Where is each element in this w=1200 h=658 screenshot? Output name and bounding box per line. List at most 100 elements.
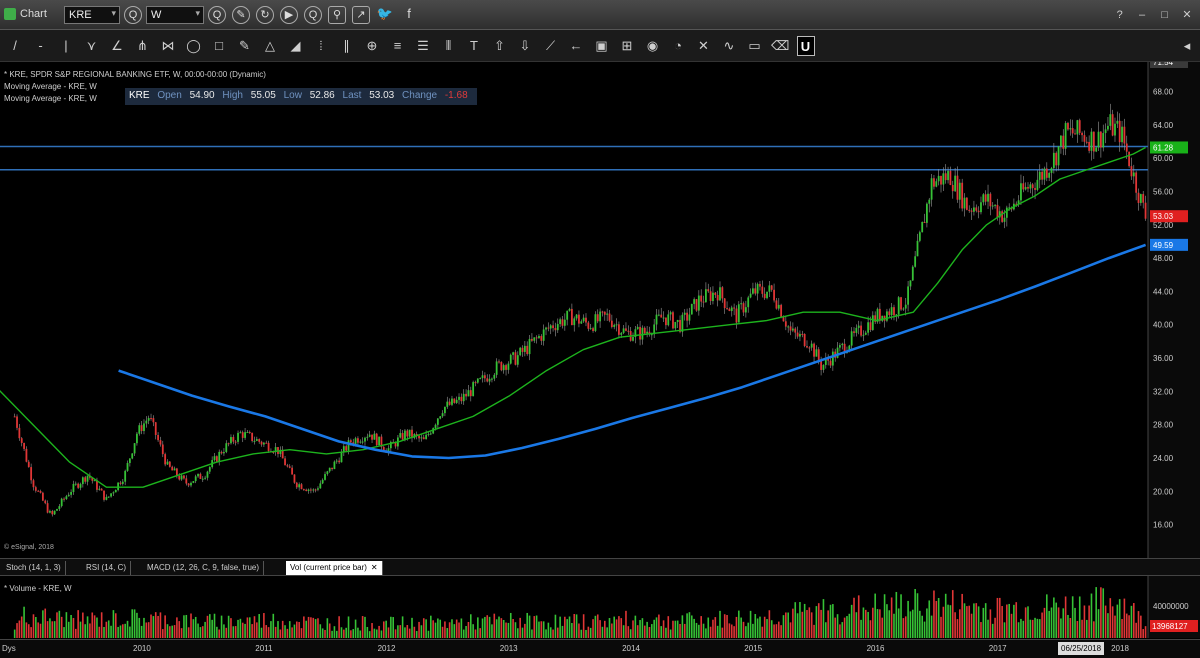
- angle-tool-icon[interactable]: ∠: [108, 36, 126, 56]
- candle-body: [260, 441, 263, 445]
- pencil-tool-icon[interactable]: ✎: [236, 36, 254, 56]
- interval-lookup-icon[interactable]: Q: [208, 6, 226, 24]
- candle-body: [481, 375, 484, 379]
- volume-bar: [719, 610, 721, 638]
- volume-bar: [676, 620, 679, 638]
- play-icon[interactable]: ▶: [280, 6, 298, 24]
- date-axis[interactable]: Dys 2010 2011 2012 2013 2014 2015 2016 2017 2018…: [0, 639, 1200, 658]
- tab-macd[interactable]: MACD (12, 26, C, 9, false, true): [143, 561, 265, 575]
- link-icon[interactable]: ⚲: [328, 6, 346, 24]
- eraser-tool-icon[interactable]: ⌫: [771, 36, 789, 56]
- close-tab-icon[interactable]: ✕: [371, 563, 378, 572]
- volume-bar: [159, 612, 162, 638]
- volume-bar: [766, 619, 768, 638]
- candle-body: [230, 437, 232, 444]
- fib-extension-tool-icon[interactable]: ☰: [414, 36, 432, 56]
- candle-body: [298, 484, 301, 488]
- oval-tool-icon[interactable]: ◔: [669, 36, 687, 56]
- marker-down-tool-icon[interactable]: ⇩: [516, 36, 534, 56]
- toolbar-scroll-icon[interactable]: ◂: [1178, 36, 1196, 56]
- candle-body: [251, 432, 254, 441]
- candle-body: [215, 456, 218, 462]
- symbol-input[interactable]: KRE ▾: [64, 6, 120, 24]
- underline-tool-icon[interactable]: U: [796, 36, 815, 56]
- marker-up-tool-icon[interactable]: ⇧: [491, 36, 509, 56]
- candle-body: [697, 295, 700, 311]
- eye-tool-icon[interactable]: ◉: [644, 36, 662, 56]
- volume-bar: [714, 617, 717, 638]
- candle-body: [984, 194, 987, 202]
- volume-bar: [209, 614, 211, 638]
- candle-body: [100, 488, 103, 491]
- text-tool-icon[interactable]: T: [465, 36, 483, 56]
- ellipse-tool-icon[interactable]: ◯: [185, 36, 203, 56]
- candle-body: [770, 285, 773, 290]
- refresh-icon[interactable]: ↻: [256, 6, 274, 24]
- regression-tool-icon[interactable]: ⟋: [542, 36, 560, 56]
- candle-body: [408, 429, 411, 437]
- arrow-tool-icon[interactable]: ←: [567, 36, 585, 56]
- fan-tool-icon[interactable]: ⋈: [159, 36, 177, 56]
- cross-tool-icon[interactable]: ✕: [695, 36, 713, 56]
- vertical-line-tool-icon[interactable]: |: [57, 36, 75, 56]
- tab-rsi[interactable]: RSI (14, C): [82, 561, 132, 575]
- volume-bar: [93, 615, 96, 638]
- triangle-tool-icon[interactable]: △: [261, 36, 279, 56]
- chevron-down-icon[interactable]: ▾: [195, 8, 200, 19]
- volume-bar: [1142, 629, 1145, 638]
- price-chart[interactable]: 16.00 20.00 24.00 28.00 32.00 36.00 40.00 44.00…: [0, 62, 1200, 558]
- candle-body: [775, 300, 778, 309]
- globe-tool-icon[interactable]: ⊕: [363, 36, 381, 56]
- volume-bar: [56, 612, 58, 638]
- minimize-icon[interactable]: –: [1133, 6, 1151, 24]
- maximize-icon[interactable]: □: [1156, 6, 1174, 24]
- volume-bar: [1102, 588, 1105, 638]
- measure-tool-icon[interactable]: ⊞: [618, 36, 636, 56]
- tab-volume[interactable]: Vol (current price bar) ✕: [286, 561, 383, 575]
- trendline-tool-icon[interactable]: /: [6, 36, 24, 56]
- twitter-icon[interactable]: 🐦: [376, 6, 394, 24]
- chevron-down-icon[interactable]: ▾: [111, 8, 116, 19]
- close-icon[interactable]: ✕: [1178, 6, 1196, 24]
- candle-body: [618, 324, 620, 335]
- volume-chart-canvas[interactable]: 40000000 13968127: [0, 576, 1200, 638]
- tab-stoch[interactable]: Stoch (14, 1, 3): [2, 561, 66, 575]
- candle-body: [455, 399, 458, 403]
- volume-chart[interactable]: 40000000 13968127 * Volume - KRE, W: [0, 576, 1200, 638]
- volume-bar: [49, 618, 51, 638]
- box-tool-icon[interactable]: ▣: [593, 36, 611, 56]
- fib-retracement-tool-icon[interactable]: ≡: [389, 36, 407, 56]
- candle-body: [542, 329, 545, 341]
- volume-bar: [893, 613, 895, 638]
- rectangle-tool-icon[interactable]: □: [210, 36, 228, 56]
- volume-bar: [37, 622, 39, 638]
- candle-body: [686, 312, 688, 321]
- facebook-icon[interactable]: f: [400, 6, 418, 24]
- price-chart-canvas[interactable]: 16.00 20.00 24.00 28.00 32.00 36.00 40.00 44.00…: [0, 62, 1200, 558]
- candle-body: [968, 209, 971, 211]
- comment-tool-icon[interactable]: ▭: [746, 36, 764, 56]
- candle-body: [507, 363, 510, 370]
- brush-tool-icon[interactable]: ◢: [287, 36, 305, 56]
- candle-body: [886, 311, 888, 321]
- zigzag-tool-icon[interactable]: ⋎: [83, 36, 101, 56]
- fib-timezone-tool-icon[interactable]: ⦀: [440, 36, 458, 56]
- candle-body: [587, 322, 590, 329]
- cycle-lines-tool-icon[interactable]: ⦙: [312, 36, 330, 56]
- symbol-lookup-icon[interactable]: Q: [124, 6, 142, 24]
- pitchfork-tool-icon[interactable]: ⋔: [134, 36, 152, 56]
- candle-body: [41, 492, 44, 501]
- candle-body: [502, 365, 505, 371]
- edit-icon[interactable]: ✎: [232, 6, 250, 24]
- candle-body: [1001, 211, 1004, 222]
- window-controls: ? – □ ✕: [1111, 5, 1196, 24]
- parallel-channel-tool-icon[interactable]: ∥: [338, 36, 356, 56]
- search-icon[interactable]: Q: [304, 6, 322, 24]
- share-icon[interactable]: ↗: [352, 6, 370, 24]
- volume-bar: [455, 619, 458, 638]
- snake-tool-icon[interactable]: ∿: [720, 36, 738, 56]
- interval-input[interactable]: W ▾: [146, 6, 204, 24]
- volume-bar: [32, 614, 35, 638]
- help-icon[interactable]: ?: [1111, 6, 1129, 24]
- ray-tool-icon[interactable]: -: [32, 36, 50, 56]
